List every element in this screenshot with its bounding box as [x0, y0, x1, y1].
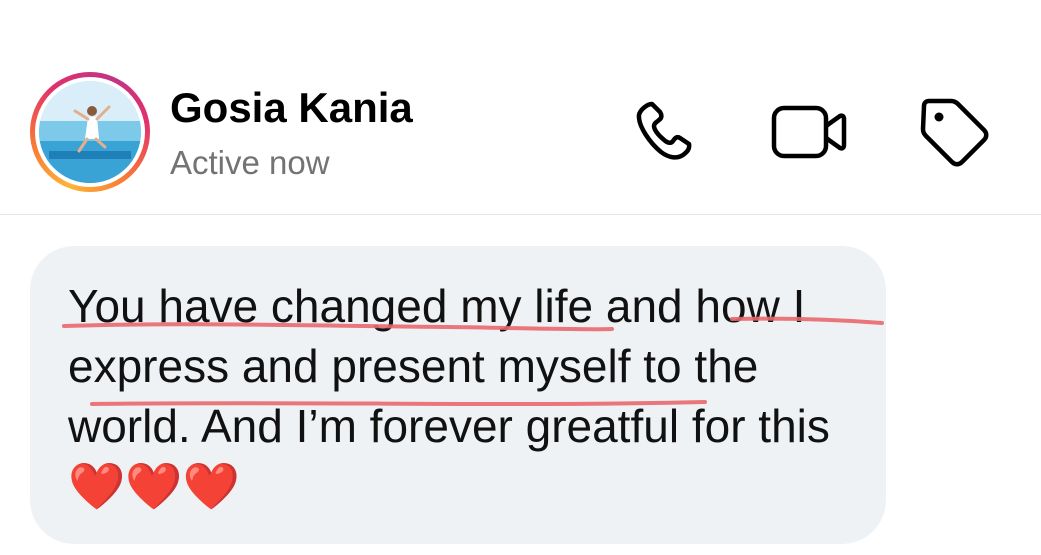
story-ring[interactable] — [30, 72, 150, 192]
avatar-gap — [35, 77, 145, 187]
avatar-photo — [39, 81, 141, 183]
contact-name[interactable]: Gosia Kania — [170, 84, 413, 132]
video-camera-icon[interactable] — [770, 96, 847, 166]
message-text-block: You have changed my life and how I expre… — [68, 276, 868, 516]
avatar[interactable] — [39, 81, 141, 183]
message-text: You have changed my life and how I expre… — [68, 280, 830, 452]
tag-icon[interactable] — [918, 96, 989, 167]
heart-emoji: ❤️❤️❤️ — [68, 460, 240, 512]
chat-header: Gosia Kania Active now — [0, 0, 1041, 215]
message-bubble[interactable]: You have changed my life and how I expre… — [30, 246, 886, 544]
phone-icon[interactable] — [630, 96, 700, 166]
active-status: Active now — [170, 144, 330, 181]
